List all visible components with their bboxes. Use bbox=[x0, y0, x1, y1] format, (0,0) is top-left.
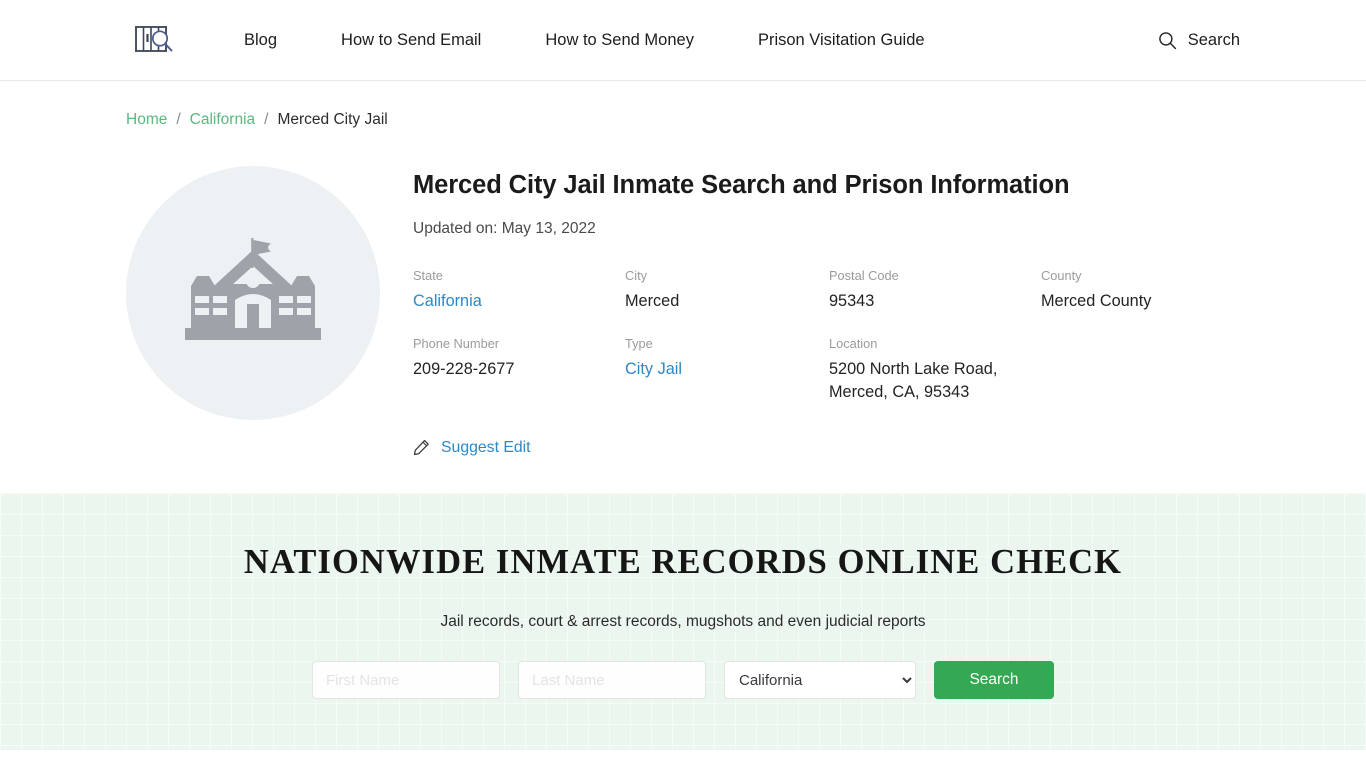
info-field-type: Type City Jail bbox=[625, 336, 829, 405]
info-value-city: Merced bbox=[625, 292, 680, 310]
breadcrumb-separator-2: / bbox=[264, 111, 269, 128]
jail-bars-search-logo bbox=[135, 26, 173, 52]
site-header: Blog How to Send Email How to Send Money… bbox=[0, 0, 1366, 81]
info-value-state[interactable]: California bbox=[413, 290, 625, 314]
inmate-search-form: California Search bbox=[0, 661, 1366, 699]
info-label-city: City bbox=[625, 268, 648, 283]
info-field-county: County Merced County bbox=[1041, 268, 1281, 314]
nav-item-how-to-send-email[interactable]: How to Send Email bbox=[341, 31, 481, 50]
info-value-phone-number: 209-228-2677 bbox=[413, 359, 515, 378]
info-label-location: Location bbox=[829, 335, 878, 351]
info-label-county: County bbox=[1041, 268, 1082, 283]
cta-title: NATIONWIDE INMATE RECORDS ONLINE CHECK bbox=[243, 543, 1123, 581]
info-field-postal-code: Postal Code 95343 bbox=[829, 268, 1041, 314]
facility-details: Merced City Jail Inmate Search and Priso… bbox=[413, 166, 1366, 457]
info-label-phone-number: Phone Number bbox=[413, 335, 500, 351]
last-name-input[interactable] bbox=[518, 661, 706, 699]
info-field-city: City Merced bbox=[625, 268, 829, 314]
suggest-edit-label: Suggest Edit bbox=[441, 438, 531, 456]
main-nav: Blog How to Send Email How to Send Money… bbox=[244, 31, 925, 50]
info-label-type: Type bbox=[625, 335, 653, 351]
search-icon bbox=[1158, 31, 1176, 49]
breadcrumb-current: Merced City Jail bbox=[277, 111, 388, 128]
info-field-phone-number: Phone Number 209-228-2677 bbox=[413, 336, 625, 405]
info-field-location: Location 5200 North Lake Road, Merced, C… bbox=[829, 336, 1009, 405]
info-field-state: State California bbox=[413, 268, 625, 314]
institution-building-icon bbox=[185, 238, 321, 340]
breadcrumb: Home / California / Merced City Jail bbox=[0, 81, 1366, 129]
info-label-state: State bbox=[413, 268, 443, 283]
nav-item-blog[interactable]: Blog bbox=[244, 31, 277, 50]
state-select[interactable]: California bbox=[724, 661, 916, 699]
first-name-input[interactable] bbox=[312, 661, 500, 699]
nav-item-prison-visitation-guide[interactable]: Prison Visitation Guide bbox=[758, 31, 925, 50]
nav-item-how-to-send-money[interactable]: How to Send Money bbox=[545, 31, 694, 50]
info-field-empty bbox=[1041, 336, 1281, 405]
page-title: Merced City Jail Inmate Search and Priso… bbox=[413, 171, 1070, 199]
info-label-postal-code: Postal Code bbox=[829, 268, 899, 283]
facility-info-grid: State California City Merced Postal Code… bbox=[413, 268, 1366, 405]
header-search-button[interactable]: Search bbox=[1158, 31, 1240, 50]
info-value-type[interactable]: City Jail bbox=[625, 358, 829, 382]
breadcrumb-california[interactable]: California bbox=[190, 111, 255, 129]
info-value-county: Merced County bbox=[1041, 292, 1152, 310]
cta-subtitle: Jail records, court & arrest records, mu… bbox=[440, 613, 926, 630]
pencil-icon bbox=[413, 440, 429, 456]
nationwide-search-band: NATIONWIDE INMATE RECORDS ONLINE CHECK J… bbox=[0, 493, 1366, 750]
breadcrumb-home[interactable]: Home bbox=[126, 111, 167, 129]
info-value-postal-code: 95343 bbox=[829, 292, 875, 310]
search-button[interactable]: Search bbox=[934, 661, 1054, 699]
header-search-label: Search bbox=[1187, 30, 1240, 49]
facility-section: Merced City Jail Inmate Search and Priso… bbox=[0, 129, 1366, 457]
updated-date: Updated on: May 13, 2022 bbox=[413, 220, 596, 237]
site-logo[interactable] bbox=[134, 23, 176, 57]
info-value-location: 5200 North Lake Road, Merced, CA, 95343 bbox=[829, 359, 998, 402]
facility-photo-placeholder bbox=[126, 166, 380, 420]
breadcrumb-separator-1: / bbox=[176, 111, 181, 128]
suggest-edit-button[interactable]: Suggest Edit bbox=[413, 439, 531, 457]
